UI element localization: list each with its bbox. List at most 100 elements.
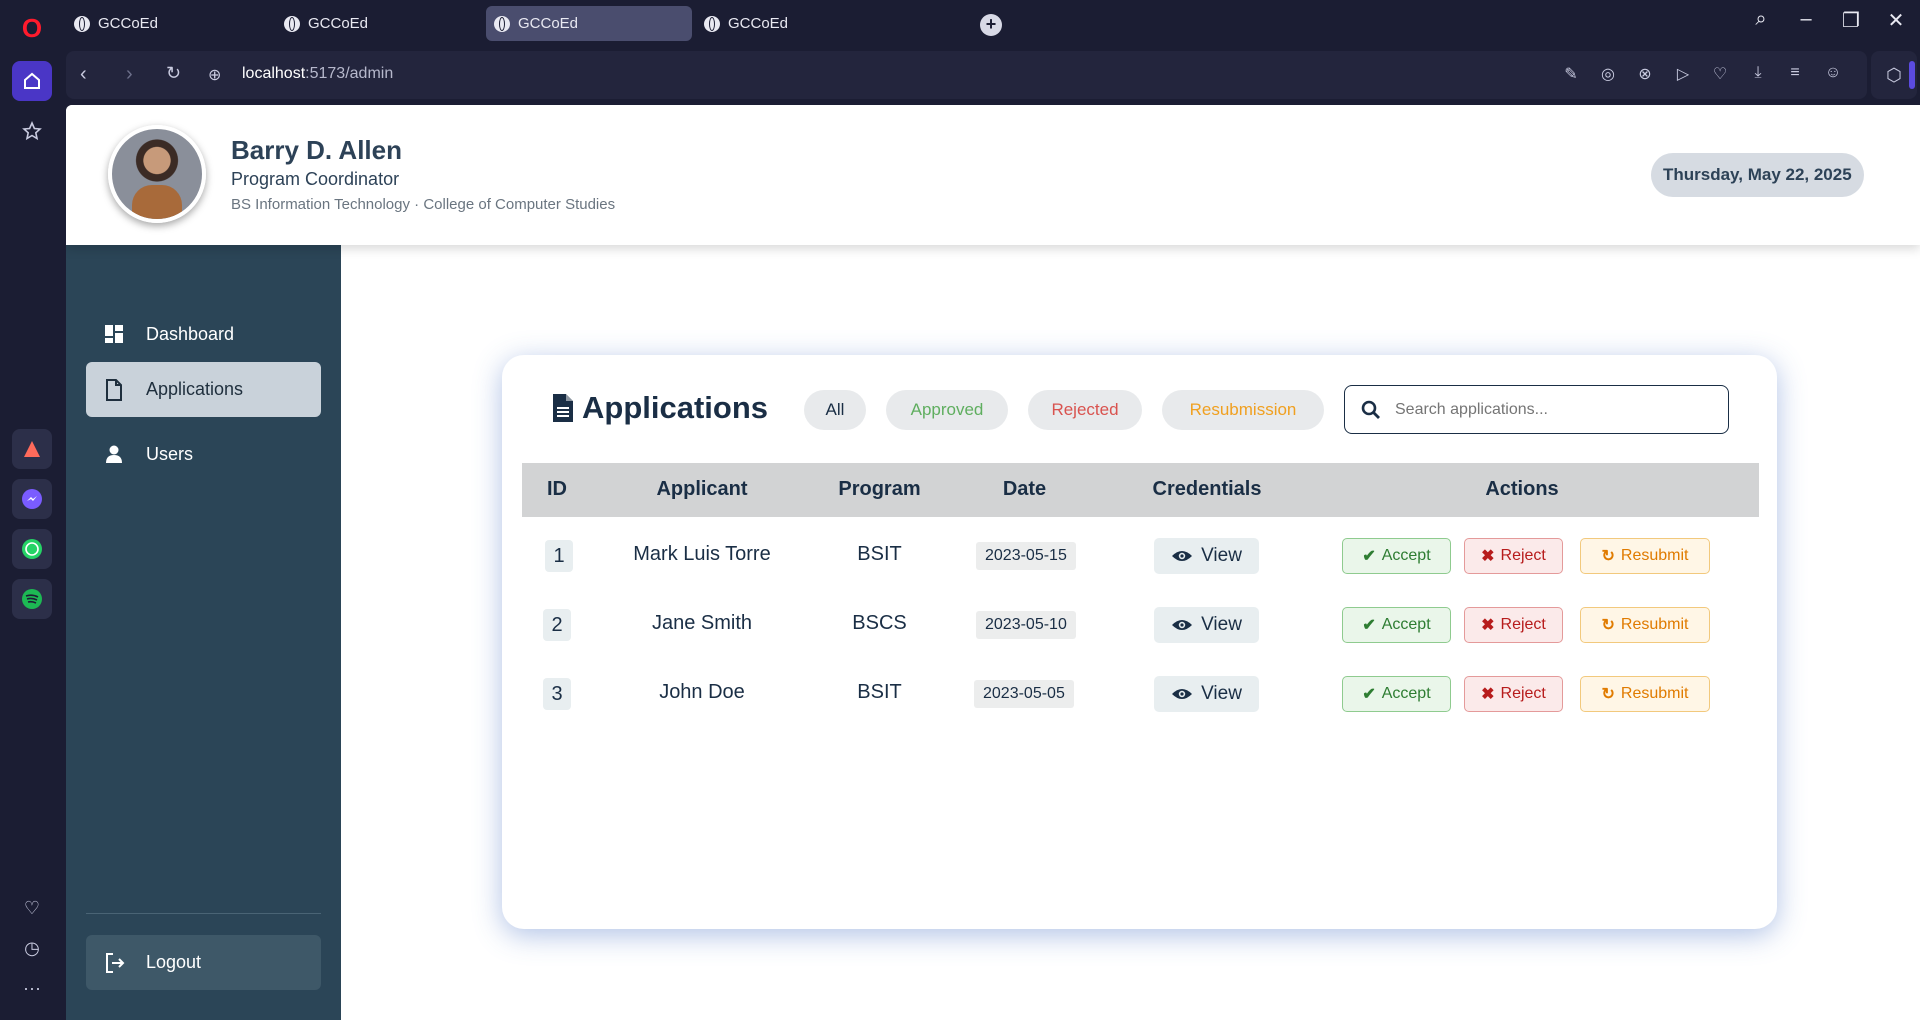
file-icon (553, 394, 573, 422)
current-date-badge: Thursday, May 22, 2025 (1651, 153, 1864, 197)
search-icon (1361, 400, 1380, 419)
adblock-icon[interactable]: ⊗ (1634, 64, 1656, 86)
edit-icon[interactable]: ✎ (1560, 64, 1582, 86)
redo-icon: ↻ (1601, 548, 1615, 565)
extensions-icon[interactable]: ⬡ (1871, 51, 1917, 99)
site-info-icon[interactable]: ⊕ (208, 65, 221, 85)
view-label: View (1201, 614, 1242, 635)
more-icon[interactable]: ··· (12, 968, 52, 1008)
program: BSCS (852, 612, 907, 634)
forward-icon[interactable]: › (126, 63, 133, 86)
check-icon: ✔ (1362, 686, 1376, 703)
favorites-icon[interactable]: ♡ (1709, 64, 1731, 86)
whatsapp-icon[interactable] (12, 529, 52, 569)
accept-button[interactable]: ✔ Accept (1342, 538, 1451, 574)
search-input[interactable] (1395, 396, 1715, 424)
spotify-icon[interactable] (12, 579, 52, 619)
applicant-name: Jane Smith (651, 612, 753, 634)
address-bar: ‹ › ↻ ⊕ localhost:5173/admin ✎ ◎ ⊗ ▷ ♡ ⤓… (66, 51, 1867, 99)
logout-label: Logout (146, 952, 202, 972)
dashboard-icon (104, 324, 126, 346)
easy-setup-icon[interactable]: ≡ (1784, 64, 1806, 86)
aria-app-icon[interactable] (12, 429, 52, 469)
column-header-id: ID (547, 478, 567, 500)
resubmit-button[interactable]: ↻ Resubmit (1580, 607, 1710, 643)
globe-icon (704, 15, 720, 32)
sidebar-item-applications[interactable]: Applications (86, 362, 321, 417)
resubmit-button[interactable]: ↻ Resubmit (1580, 538, 1710, 574)
camera-icon[interactable]: ◎ (1597, 64, 1619, 86)
reject-label: Reject (1500, 616, 1546, 633)
logout-icon (104, 952, 126, 974)
table-row: 3 John Doe BSIT 2023-05-05 View ✔ Accept … (522, 659, 1759, 728)
new-tab-button[interactable]: + (980, 14, 1002, 36)
messenger-icon[interactable] (12, 479, 52, 519)
eye-icon (1172, 689, 1193, 699)
sidebar-item-dashboard[interactable]: Dashboard (86, 307, 321, 362)
column-header-credentials: Credentials (1152, 478, 1262, 500)
program: BSIT (857, 681, 902, 703)
browser-tab[interactable]: GCCoEd (696, 6, 902, 41)
filter-all[interactable]: All (804, 390, 866, 430)
check-icon: ✔ (1362, 617, 1376, 634)
back-icon[interactable]: ‹ (80, 63, 87, 86)
history-icon[interactable]: ◷ (12, 928, 52, 968)
x-icon: ✖ (1481, 686, 1495, 703)
star-icon[interactable] (12, 111, 52, 151)
download-icon[interactable]: ⤓ (1747, 64, 1769, 86)
accept-button[interactable]: ✔ Accept (1342, 607, 1451, 643)
profile-icon[interactable]: ☺ (1822, 64, 1844, 86)
restore-icon[interactable]: ❐ (1836, 8, 1866, 33)
filter-rejected[interactable]: Rejected (1028, 390, 1142, 430)
user-icon (104, 444, 126, 466)
tab-title: GCCoEd (308, 15, 369, 32)
redo-icon: ↻ (1601, 686, 1615, 703)
opera-logo-icon[interactable]: O (12, 8, 52, 48)
view-credentials-button[interactable]: View (1154, 607, 1259, 643)
reload-icon[interactable]: ↻ (166, 63, 181, 84)
user-name: Barry D. Allen (231, 135, 402, 165)
reject-button[interactable]: ✖ Reject (1464, 538, 1563, 574)
column-header-date: Date (1002, 478, 1047, 500)
accept-button[interactable]: ✔ Accept (1342, 676, 1451, 712)
resubmit-button[interactable]: ↻ Resubmit (1580, 676, 1710, 712)
sidebar-divider (86, 913, 321, 914)
applicant-name: Mark Luis Torre (633, 543, 771, 565)
view-credentials-button[interactable]: View (1154, 538, 1259, 574)
filter-resubmission[interactable]: Resubmission (1162, 390, 1324, 430)
sidebar-item-users[interactable]: Users (86, 427, 321, 482)
search-tabs-icon[interactable]: ⌕ (1746, 8, 1776, 31)
url-field[interactable]: localhost:5173/admin (242, 65, 393, 83)
tab-title: GCCoEd (98, 15, 159, 32)
sidebar: Dashboard Applications Users Logout (66, 245, 341, 1020)
profile-header: Barry D. Allen Program Coordinator BS In… (66, 105, 1920, 245)
browser-tab[interactable]: GCCoEd (66, 6, 272, 41)
close-icon[interactable]: ✕ (1881, 8, 1911, 33)
logout-button[interactable]: Logout (86, 935, 321, 990)
table-row: 1 Mark Luis Torre BSIT 2023-05-15 View ✔… (522, 521, 1759, 590)
submission-date: 2023-05-05 (974, 680, 1074, 708)
globe-icon (74, 15, 90, 32)
reject-button[interactable]: ✖ Reject (1464, 607, 1563, 643)
view-credentials-button[interactable]: View (1154, 676, 1259, 712)
heart-icon[interactable]: ♡ (12, 888, 52, 928)
browser-tab-active[interactable]: GCCoEd (486, 6, 692, 41)
table-header: ID Applicant Program Date Credentials Ac… (522, 463, 1759, 517)
globe-icon (284, 15, 300, 32)
reject-button[interactable]: ✖ Reject (1464, 676, 1563, 712)
column-header-program: Program (838, 478, 921, 500)
applications-card: Applications All Approved Rejected Resub… (502, 355, 1777, 929)
tab-title: GCCoEd (728, 15, 789, 32)
row-id: 3 (543, 678, 571, 710)
send-icon[interactable]: ▷ (1672, 64, 1694, 86)
minimize-icon[interactable]: – (1791, 8, 1821, 31)
applicant-name: John Doe (659, 681, 745, 703)
browser-tab[interactable]: GCCoEd (276, 6, 482, 41)
filter-approved[interactable]: Approved (886, 390, 1008, 430)
reject-label: Reject (1500, 547, 1546, 564)
home-icon[interactable] (12, 61, 52, 101)
reject-label: Reject (1500, 685, 1546, 702)
search-box (1344, 385, 1729, 434)
view-label: View (1201, 545, 1242, 566)
table-row: 2 Jane Smith BSCS 2023-05-10 View ✔ Accep… (522, 590, 1759, 659)
